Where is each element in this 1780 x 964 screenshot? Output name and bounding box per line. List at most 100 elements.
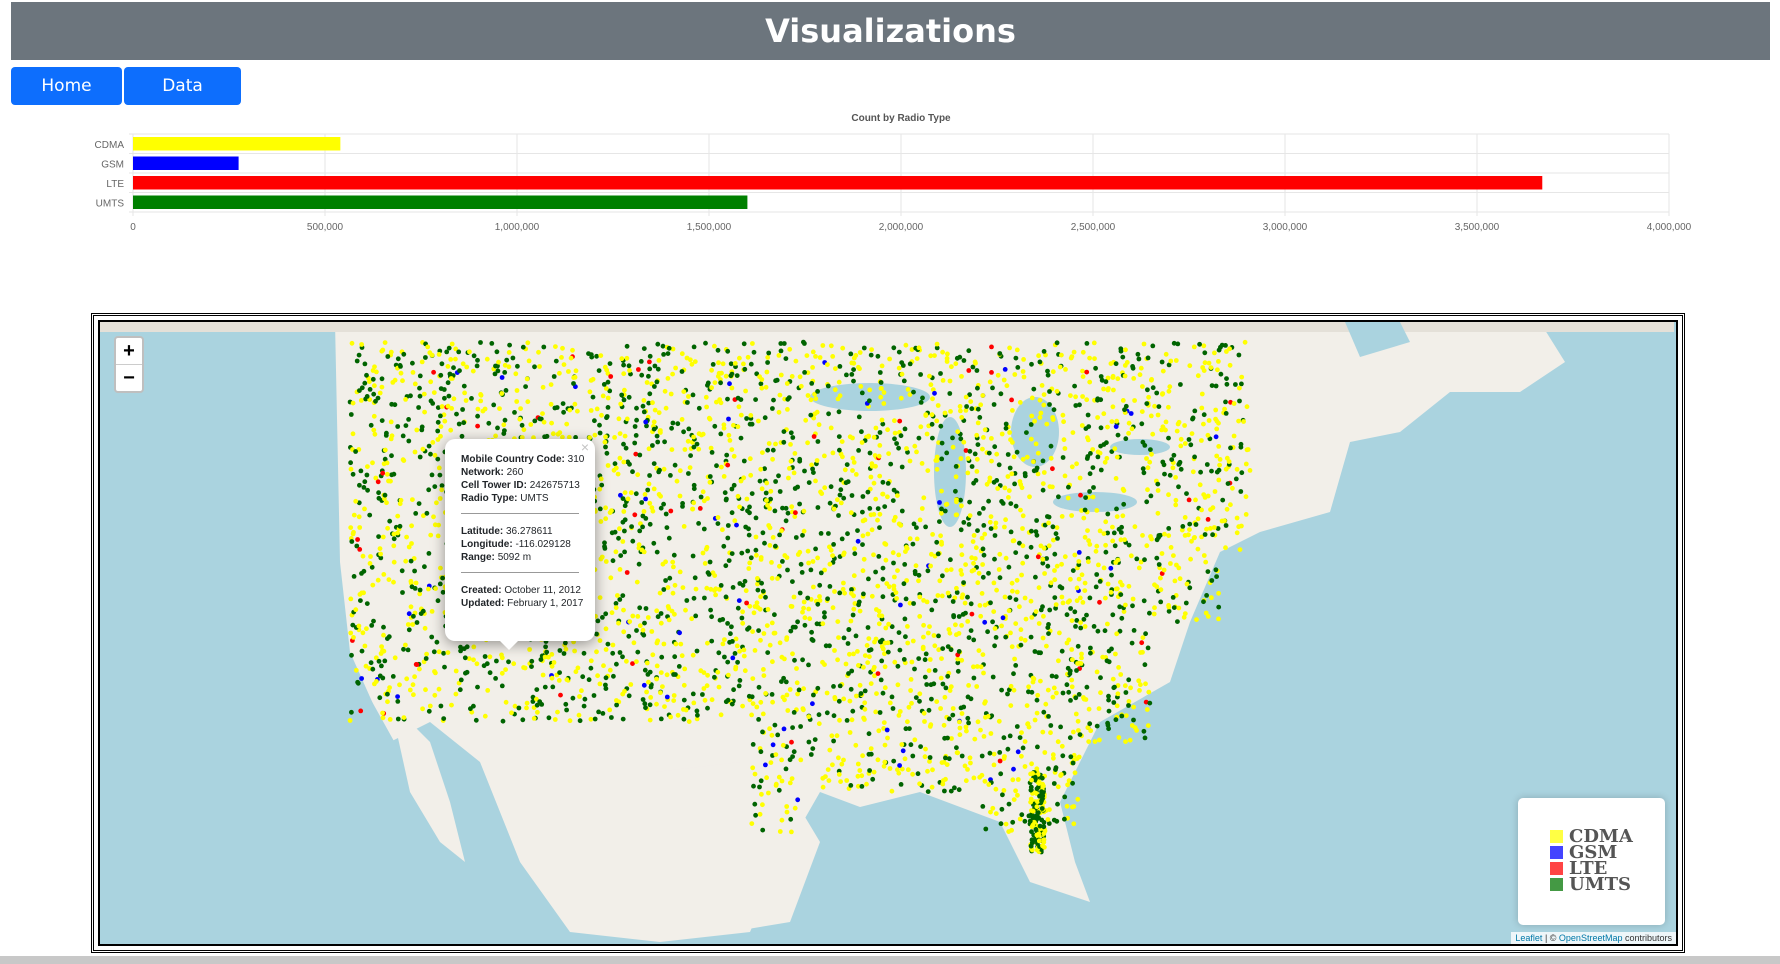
tower-marker [406, 417, 411, 422]
tower-marker [895, 493, 900, 498]
tower-marker [959, 753, 965, 759]
tower-marker [605, 405, 611, 410]
tower-marker [496, 359, 501, 365]
tower-marker [622, 549, 627, 555]
tower-marker [996, 718, 1002, 724]
tower-marker [975, 406, 981, 412]
tower-marker [735, 659, 740, 665]
tower-marker [650, 400, 655, 406]
tower-marker [1218, 371, 1224, 377]
data-sample-button[interactable]: Data Sample [124, 67, 241, 134]
tower-marker [641, 409, 647, 415]
tower-marker [848, 351, 854, 357]
tower-marker [645, 487, 651, 493]
home-page-button[interactable]: Home Page [11, 67, 122, 134]
tower-marker [686, 394, 691, 399]
tower-marker [378, 551, 383, 557]
tower-marker [417, 373, 423, 379]
tower-marker [1077, 475, 1083, 481]
tower-marker [1088, 650, 1093, 656]
tower-marker [1106, 708, 1112, 714]
tower-marker [715, 347, 721, 353]
tower-marker [1071, 804, 1077, 809]
tower-marker [1115, 376, 1121, 382]
tower-marker [647, 717, 653, 723]
tower-marker [1216, 444, 1222, 449]
tower-marker [712, 573, 718, 578]
tower-marker [785, 407, 790, 412]
tower-marker [656, 358, 662, 363]
tower-marker [950, 444, 956, 450]
tower-marker [704, 404, 709, 410]
tower-marker [463, 398, 469, 403]
tower-marker [596, 709, 601, 715]
tower-marker [997, 758, 1003, 764]
tower-marker [641, 346, 647, 351]
tower-marker [813, 396, 819, 402]
tower-marker [980, 562, 985, 567]
tower-marker [1197, 341, 1202, 347]
tower-marker [792, 657, 797, 663]
tower-marker [1140, 533, 1145, 538]
tower-marker [1122, 373, 1128, 379]
tower-marker [621, 607, 626, 613]
tower-marker [922, 674, 928, 680]
tower-marker [1213, 407, 1219, 413]
osm-link[interactable]: OpenStreetMap [1559, 933, 1623, 943]
tower-marker [750, 629, 755, 634]
tower-marker [1077, 402, 1082, 408]
tower-marker [791, 749, 797, 755]
tower-marker [956, 649, 962, 654]
tower-marker [976, 570, 982, 576]
tower-marker [856, 663, 861, 668]
tower-marker [458, 677, 464, 683]
tower-marker [878, 380, 884, 385]
tower-marker [991, 402, 997, 407]
tower-marker [370, 582, 376, 588]
tower-marker [749, 421, 755, 427]
tower-marker [859, 440, 865, 445]
tower-marker [723, 594, 729, 600]
legend-swatch [1550, 877, 1563, 891]
tower-marker [1209, 468, 1214, 474]
zoom-out-button[interactable]: − [116, 364, 142, 391]
cell-tower-map[interactable]: + − × Mobile Country Code: 310 Network: … [100, 322, 1676, 944]
tower-marker [903, 634, 908, 640]
tower-marker [828, 343, 834, 349]
tower-marker [464, 644, 470, 650]
tower-marker [1080, 394, 1085, 399]
tower-marker [837, 683, 843, 689]
zoom-in-button[interactable]: + [116, 338, 142, 364]
tower-marker [628, 682, 634, 687]
tower-marker [705, 496, 710, 501]
tower-marker [963, 610, 968, 616]
tower-marker [929, 696, 934, 702]
leaflet-link[interactable]: Leaflet [1515, 933, 1542, 943]
tower-marker [742, 668, 748, 674]
tower-marker [1064, 612, 1070, 618]
tower-marker [1098, 443, 1103, 449]
tower-marker [757, 606, 763, 612]
tower-marker [435, 419, 441, 425]
tower-marker [647, 359, 652, 365]
horizontal-scrollbar[interactable] [0, 956, 1780, 964]
tower-marker [944, 567, 950, 573]
tower-marker [509, 710, 514, 716]
tower-marker [1189, 431, 1195, 436]
tower-marker [1131, 376, 1137, 381]
tower-marker [359, 648, 365, 654]
tower-marker [959, 503, 964, 509]
tower-marker [1033, 529, 1039, 534]
tower-marker [882, 742, 888, 748]
tower-marker [613, 601, 619, 606]
tower-marker [353, 607, 359, 613]
tower-marker [435, 533, 441, 539]
tower-marker [364, 394, 370, 399]
tower-marker [355, 680, 361, 686]
popup-close-button[interactable]: × [581, 440, 589, 454]
tower-marker [765, 502, 770, 508]
tower-marker [777, 489, 783, 494]
tower-marker [1214, 453, 1220, 459]
tower-marker [423, 656, 429, 661]
tower-marker [371, 618, 376, 624]
